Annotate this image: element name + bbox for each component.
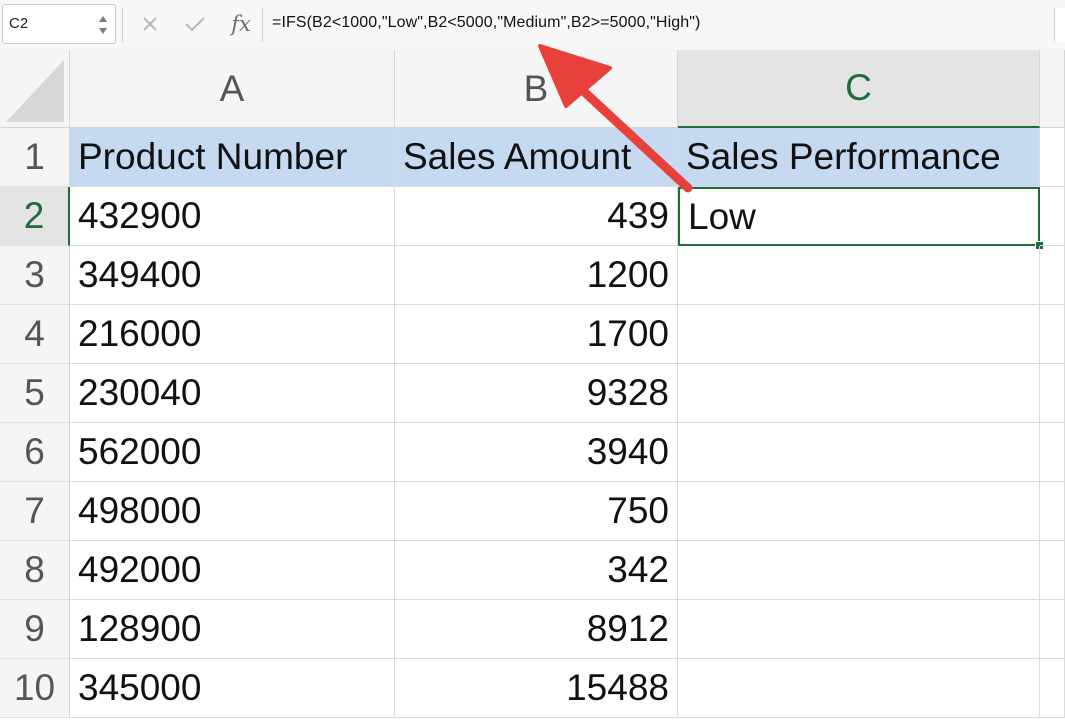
formula-bar-expand[interactable]	[1054, 8, 1065, 42]
cell-value: 128900	[78, 608, 202, 649]
cell-b6[interactable]: 3940	[395, 423, 678, 482]
cell-value: 9328	[586, 372, 669, 413]
formula-bar-divider	[122, 8, 123, 42]
cell-a7[interactable]: 498000	[70, 482, 395, 541]
cell-d3[interactable]	[1040, 246, 1065, 305]
cell-b3[interactable]: 1200	[395, 246, 678, 305]
cell-c4[interactable]	[678, 305, 1040, 364]
enter-formula-button[interactable]	[182, 10, 208, 38]
row-header-7[interactable]: 7	[0, 482, 70, 541]
column-header-a[interactable]: A	[70, 50, 395, 128]
row-header-3[interactable]: 3	[0, 246, 70, 305]
spreadsheet-app: C2 fx =IFS(B2<1000,"Low",B2<5000,"Medium…	[0, 0, 1065, 720]
column-header-c[interactable]: C	[678, 50, 1040, 128]
cell-value: 1700	[586, 313, 669, 354]
cell-a6[interactable]: 562000	[70, 423, 395, 482]
cell-d9[interactable]	[1040, 600, 1065, 659]
cell-a5[interactable]: 230040	[70, 364, 395, 423]
cell-value: 349400	[78, 254, 202, 295]
row-header-8[interactable]: 8	[0, 541, 70, 600]
cell-c9[interactable]	[678, 600, 1040, 659]
cell-value: 15488	[566, 667, 669, 708]
cell-a8[interactable]: 492000	[70, 541, 395, 600]
column-header-b[interactable]: B	[395, 50, 678, 128]
cell-a10[interactable]: 345000	[70, 659, 395, 718]
cell-value: 345000	[78, 667, 202, 708]
formula-bar-divider	[262, 8, 263, 42]
insert-function-button[interactable]: fx	[226, 10, 256, 38]
cell-b1[interactable]: Sales Amount	[395, 128, 678, 187]
cell-a2[interactable]: 432900	[70, 187, 395, 246]
cell-b9[interactable]: 8912	[395, 600, 678, 659]
row-header-4[interactable]: 4	[0, 305, 70, 364]
cell-a4[interactable]: 216000	[70, 305, 395, 364]
cell-value: 439	[607, 195, 669, 236]
cell-c2[interactable]: Low	[678, 187, 1040, 246]
cell-b10[interactable]: 15488	[395, 659, 678, 718]
cell-c3[interactable]	[678, 246, 1040, 305]
cell-value: 562000	[78, 431, 202, 472]
column-header-d[interactable]	[1040, 50, 1065, 128]
column-title: Sales Amount	[403, 136, 632, 177]
cell-b5[interactable]: 9328	[395, 364, 678, 423]
cell-d4[interactable]	[1040, 305, 1065, 364]
cell-value: 216000	[78, 313, 202, 354]
cell-d10[interactable]	[1040, 659, 1065, 718]
name-box-stepper-icon[interactable]	[97, 11, 109, 39]
cell-a9[interactable]: 128900	[70, 600, 395, 659]
cell-d2[interactable]	[1040, 187, 1065, 246]
row-header-2[interactable]: 2	[0, 187, 70, 246]
cell-c7[interactable]	[678, 482, 1040, 541]
cell-a3[interactable]: 349400	[70, 246, 395, 305]
cell-b8[interactable]: 342	[395, 541, 678, 600]
cancel-formula-button[interactable]	[138, 10, 162, 38]
close-icon	[143, 17, 157, 31]
cell-value: 432900	[78, 195, 202, 236]
name-box-value: C2	[9, 15, 29, 32]
formula-input[interactable]: =IFS(B2<1000,"Low",B2<5000,"Medium",B2>=…	[272, 14, 700, 32]
cell-value: 8912	[586, 608, 669, 649]
cell-value: 1200	[586, 254, 669, 295]
cell-value: Low	[688, 195, 756, 237]
column-title: Sales Performance	[686, 136, 1001, 177]
row-header-1[interactable]: 1	[0, 128, 70, 187]
cell-value: 3940	[586, 431, 669, 472]
cell-value: 498000	[78, 490, 202, 531]
cell-b7[interactable]: 750	[395, 482, 678, 541]
cell-value: 750	[607, 490, 669, 531]
cell-d8[interactable]	[1040, 541, 1065, 600]
cell-c10[interactable]	[678, 659, 1040, 718]
row-header-6[interactable]: 6	[0, 423, 70, 482]
checkmark-icon	[185, 17, 205, 32]
row-header-10[interactable]: 10	[0, 659, 70, 718]
cell-c8[interactable]	[678, 541, 1040, 600]
cell-b4[interactable]: 1700	[395, 305, 678, 364]
cell-d6[interactable]	[1040, 423, 1065, 482]
formula-bar: C2 fx =IFS(B2<1000,"Low",B2<5000,"Medium…	[0, 0, 1065, 51]
cell-value: 230040	[78, 372, 202, 413]
fx-icon: fx	[231, 12, 251, 36]
cell-d1[interactable]	[1040, 128, 1065, 187]
select-all-button[interactable]	[0, 50, 70, 128]
cell-a1[interactable]: Product Number	[70, 128, 395, 187]
name-box[interactable]: C2	[2, 4, 116, 44]
row-header-5[interactable]: 5	[0, 364, 70, 423]
cell-c6[interactable]	[678, 423, 1040, 482]
cell-b2[interactable]: 439	[395, 187, 678, 246]
column-title: Product Number	[78, 136, 348, 177]
worksheet-grid: A B C 1 Product Number Sales Amount Sales P…	[0, 50, 1065, 720]
cell-d5[interactable]	[1040, 364, 1065, 423]
cell-value: 492000	[78, 549, 202, 590]
cell-c1[interactable]: Sales Performance	[678, 128, 1040, 187]
row-header-9[interactable]: 9	[0, 600, 70, 659]
cell-value: 342	[607, 549, 669, 590]
cell-d7[interactable]	[1040, 482, 1065, 541]
cell-c5[interactable]	[678, 364, 1040, 423]
select-all-triangle-icon	[6, 60, 64, 122]
